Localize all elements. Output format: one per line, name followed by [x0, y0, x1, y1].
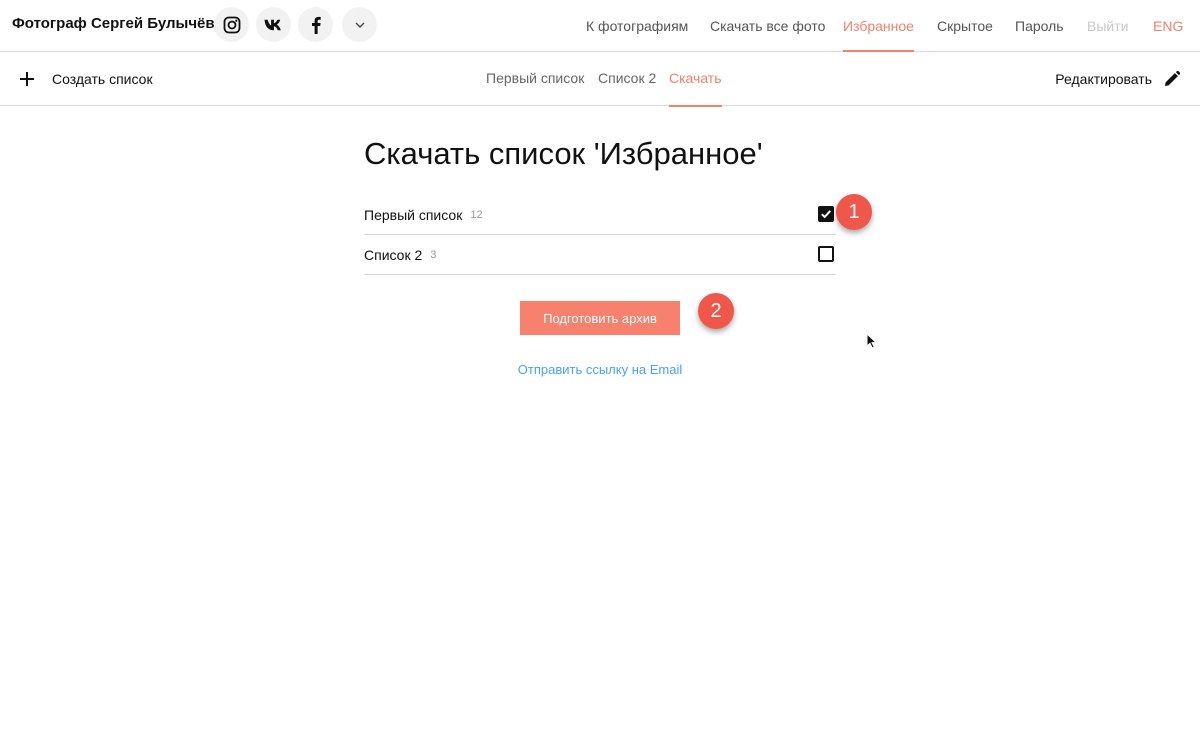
list-checkbox-list-2[interactable]: [818, 246, 834, 262]
checkmark-icon: [821, 210, 832, 219]
email-link-row: Отправить ссылку на Email: [0, 362, 1200, 377]
facebook-button[interactable]: [298, 7, 333, 42]
vk-button[interactable]: [256, 7, 291, 42]
create-list-label: Создать список: [52, 71, 153, 87]
list-checkbox-first-list[interactable]: [818, 206, 834, 222]
tab-download[interactable]: Скачать: [669, 52, 722, 107]
edit-label: Редактировать: [1055, 71, 1152, 87]
mouse-cursor-icon: [866, 333, 878, 349]
facebook-icon: [311, 16, 321, 34]
instagram-icon: [223, 16, 240, 33]
list-item: Первый список 12: [364, 195, 836, 235]
list-toolbar: Создать список Первый список Список 2 Ск…: [0, 52, 1200, 107]
vk-icon: [264, 19, 281, 30]
nav-to-photos[interactable]: К фотографиям: [586, 0, 688, 52]
nav-download-all[interactable]: Скачать все фото: [710, 0, 825, 52]
step-marker-2: 2: [698, 293, 734, 329]
list-item: Список 2 3: [364, 235, 836, 275]
site-brand[interactable]: Фотограф Сергей Булычёв: [12, 15, 215, 32]
tab-list-2[interactable]: Список 2: [598, 52, 656, 106]
nav-logout[interactable]: Выйти: [1087, 0, 1128, 52]
list-item-name: Первый список: [364, 206, 463, 223]
list-item-count: 12: [470, 208, 483, 221]
prepare-archive-button[interactable]: Подготовить архив: [520, 301, 680, 335]
step-marker-1: 1: [836, 194, 872, 230]
language-switch[interactable]: ENG: [1153, 0, 1183, 52]
plus-icon: [20, 72, 34, 86]
top-header: Фотограф Сергей Булычёв К фотографиям Ск…: [0, 0, 1200, 52]
send-email-link[interactable]: Отправить ссылку на Email: [518, 362, 682, 377]
page-title: Скачать список 'Избранное': [364, 136, 763, 171]
list-item-count: 3: [430, 248, 437, 261]
nav-favorites[interactable]: Избранное: [843, 0, 914, 52]
edit-button[interactable]: Редактировать: [1055, 52, 1180, 106]
nav-hidden[interactable]: Скрытое: [937, 0, 993, 52]
create-list-button[interactable]: Создать список: [18, 52, 153, 106]
chevron-down-icon: [355, 22, 364, 28]
tab-first-list[interactable]: Первый список: [486, 52, 584, 106]
pencil-icon: [1165, 71, 1180, 86]
nav-password[interactable]: Пароль: [1015, 0, 1064, 52]
list-item-name: Список 2: [364, 246, 423, 263]
instagram-button[interactable]: [214, 7, 249, 42]
more-social-button[interactable]: [342, 7, 377, 42]
